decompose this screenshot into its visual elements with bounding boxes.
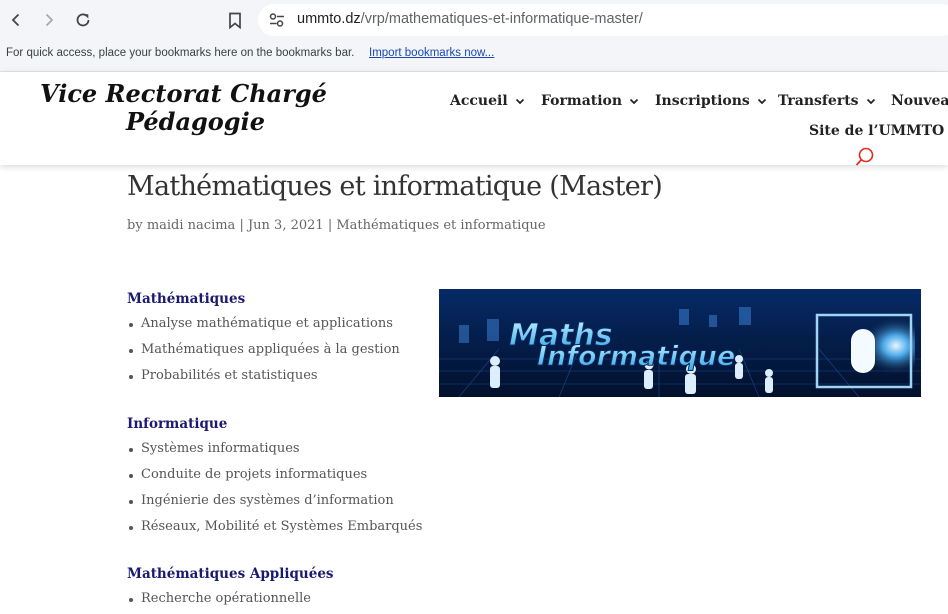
url-path: /vrp/mathematiques-et-informatique-maste…: [360, 11, 643, 27]
nav-transferts[interactable]: Transferts: [778, 93, 876, 109]
bookmarks-hint: For quick access, place your bookmarks h…: [6, 47, 355, 59]
list-item: Probabilités et statistiques: [127, 368, 400, 394]
chevron-down-icon: [757, 98, 766, 105]
list-item: Réseaux, Mobilité et Systèmes Embarqués: [127, 519, 422, 545]
back-button[interactable]: [2, 6, 30, 34]
section-heading: Mathématiques Appliquées: [127, 566, 334, 582]
nav-inscriptions-label: Inscriptions: [655, 93, 750, 109]
reload-icon: [76, 13, 90, 27]
section-mathematiques-appliquees: Mathématiques Appliquées Recherche opéra…: [127, 566, 334, 614]
list-item: Mathématiques appliquées à la gestion: [127, 342, 400, 368]
chevron-down-icon: [515, 98, 524, 105]
chevron-down-icon: [866, 98, 875, 105]
reload-button[interactable]: [69, 6, 97, 34]
list-item: Ingénierie des systèmes d’information: [127, 493, 422, 519]
arrow-right-icon: [45, 13, 54, 27]
main-nav: Accueil Formation Inscriptions Transfert…: [0, 72, 948, 165]
url-domain: ummto.dz: [297, 11, 361, 27]
browser-toolbar: ummto.dz/vrp/mathematiques-et-informatiq…: [0, 0, 948, 40]
maths-informatique-banner: Maths Informatique: [439, 289, 921, 397]
address-bar[interactable]: ummto.dz/vrp/mathematiques-et-informatiq…: [258, 4, 948, 36]
banner-word-2: Informatique: [537, 341, 735, 372]
url-text[interactable]: ummto.dz/vrp/mathematiques-et-informatiq…: [297, 11, 643, 27]
site-header: Vice Rectorat Chargé de la Pédagogie Acc…: [0, 72, 948, 165]
nav-nouveau[interactable]: Nouveau: [891, 93, 948, 109]
page-title: Mathématiques et informatique (Master): [127, 171, 663, 202]
category-link[interactable]: Mathématiques et informatique: [336, 218, 545, 233]
nav-accueil-label: Accueil: [450, 93, 508, 109]
author-prefix: by: [127, 218, 143, 233]
site-info-icon[interactable]: [268, 12, 286, 28]
post-date: Jun 3, 2021: [247, 218, 324, 233]
nav-nouveau-label: Nouveau: [891, 93, 948, 109]
bookmark-star-button[interactable]: [221, 6, 249, 34]
forward-button[interactable]: [35, 6, 63, 34]
section-heading: Informatique: [127, 416, 228, 432]
nav-transferts-label: Transferts: [778, 93, 859, 109]
list-item: Conduite de projets informatiques: [127, 467, 422, 493]
list-item: Systèmes informatiques: [127, 441, 422, 467]
nav-site-ummto-label: Site de l’UMMTO: [809, 123, 945, 139]
post-meta: by maidi nacima | Jun 3, 2021 | Mathémat…: [127, 218, 546, 233]
arrow-left-icon: [11, 13, 20, 27]
section-informatique: Informatique Systèmes informatiques Cond…: [127, 416, 422, 545]
nav-formation[interactable]: Formation: [541, 93, 639, 109]
author-link[interactable]: maidi nacima: [147, 218, 236, 233]
nav-accueil[interactable]: Accueil: [450, 93, 525, 109]
bookmark-icon: [229, 12, 241, 29]
search-icon[interactable]: [854, 146, 876, 168]
nav-formation-label: Formation: [541, 93, 623, 109]
list-item: Recherche opérationnelle: [127, 591, 334, 614]
import-bookmarks-link[interactable]: Import bookmarks now...: [369, 47, 494, 59]
banner-graphic: Maths Informatique: [439, 289, 921, 397]
bookmarks-bar: For quick access, place your bookmarks h…: [0, 40, 948, 72]
nav-site-ummto[interactable]: Site de l’UMMTO: [809, 123, 944, 139]
section-heading: Mathématiques: [127, 291, 246, 307]
list-item: Analyse mathématique et applications: [127, 316, 400, 342]
nav-inscriptions[interactable]: Inscriptions: [655, 93, 767, 109]
chevron-down-icon: [629, 98, 639, 105]
section-mathematiques: Mathématiques Analyse mathématique et ap…: [127, 291, 400, 394]
